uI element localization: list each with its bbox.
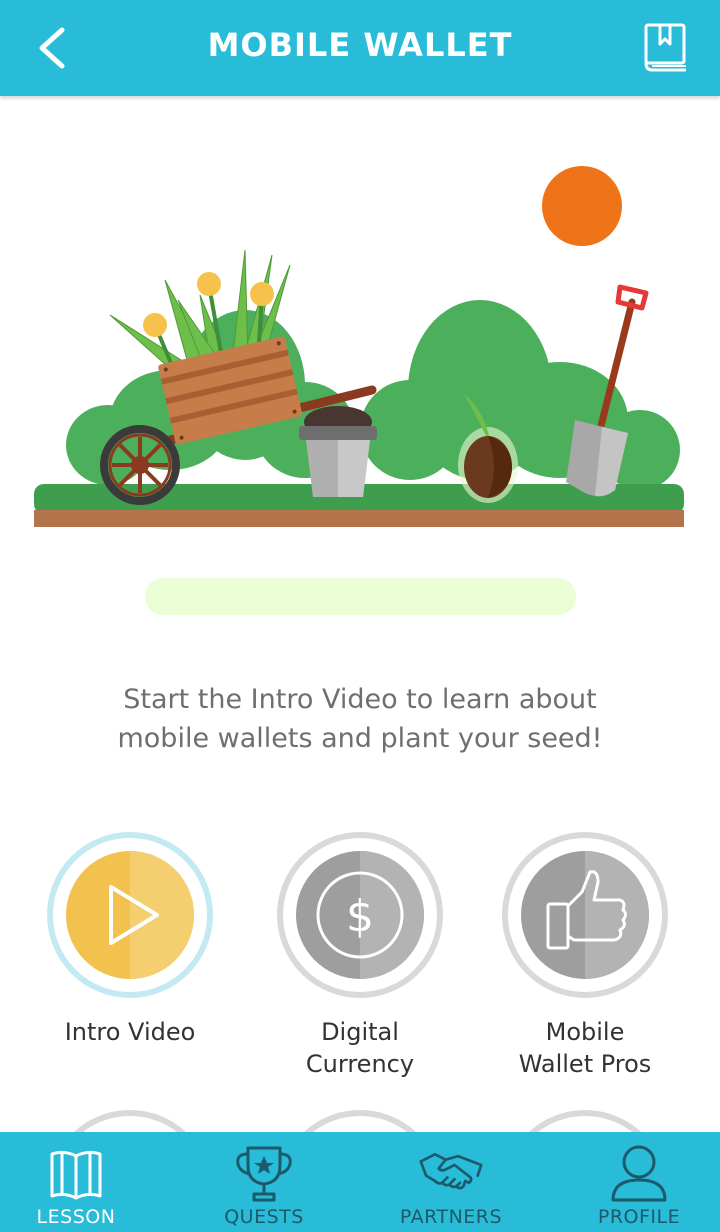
tab-lesson[interactable]: LESSON bbox=[0, 1132, 166, 1232]
lesson-intro-video[interactable]: Intro Video bbox=[20, 832, 240, 1092]
garden-illustration bbox=[34, 166, 684, 527]
tab-profile[interactable]: PROFILE bbox=[549, 1132, 720, 1232]
tab-label: QUESTS bbox=[224, 1206, 304, 1228]
handshake-icon bbox=[419, 1153, 483, 1190]
app-header: MOBILE WALLET bbox=[0, 0, 720, 96]
bottom-tab-bar: LESSON QUESTS PARTNERS PROFILE bbox=[0, 1132, 720, 1232]
tab-label: PROFILE bbox=[597, 1206, 681, 1228]
tab-quests[interactable]: QUESTS bbox=[174, 1132, 354, 1232]
trophy-icon bbox=[236, 1146, 292, 1202]
lesson-label: Digital Currency bbox=[250, 1016, 470, 1080]
lesson-label-line-2: Currency bbox=[305, 1050, 415, 1078]
sun-icon bbox=[542, 166, 622, 246]
intro-video-badge bbox=[47, 832, 213, 998]
lesson-label-line-1: Digital bbox=[321, 1018, 399, 1046]
lesson-progress-bar bbox=[145, 578, 576, 615]
intro-line-2: mobile wallets and plant your seed! bbox=[117, 723, 603, 754]
mobile-wallet-pros-badge bbox=[502, 832, 668, 998]
intro-instructions: Start the Intro Video to learn about mob… bbox=[60, 680, 660, 758]
digital-currency-badge: $ bbox=[277, 832, 443, 998]
lesson-mobile-wallet-pros[interactable]: Mobile Wallet Pros bbox=[475, 832, 695, 1092]
book-icon bbox=[50, 1150, 102, 1200]
user-icon bbox=[611, 1145, 667, 1202]
lesson-digital-currency[interactable]: $ Digital Currency bbox=[250, 832, 470, 1092]
lesson-label-line-1: Mobile bbox=[545, 1018, 625, 1046]
lesson-label: Intro Video bbox=[64, 1018, 196, 1046]
tab-label: LESSON bbox=[36, 1206, 116, 1228]
tab-label: PARTNERS bbox=[399, 1206, 503, 1228]
page-title: MOBILE WALLET bbox=[207, 26, 513, 64]
lesson-label: Mobile Wallet Pros bbox=[475, 1016, 695, 1080]
soil bbox=[34, 510, 684, 527]
lesson-label-line-2: Wallet Pros bbox=[518, 1050, 652, 1078]
svg-text:$: $ bbox=[346, 891, 374, 942]
intro-line-1: Start the Intro Video to learn about bbox=[123, 684, 597, 715]
book-bookmark-icon bbox=[644, 23, 686, 72]
tab-partners[interactable]: PARTNERS bbox=[361, 1132, 541, 1232]
glossary-button[interactable] bbox=[642, 22, 690, 74]
bucket bbox=[299, 406, 377, 497]
